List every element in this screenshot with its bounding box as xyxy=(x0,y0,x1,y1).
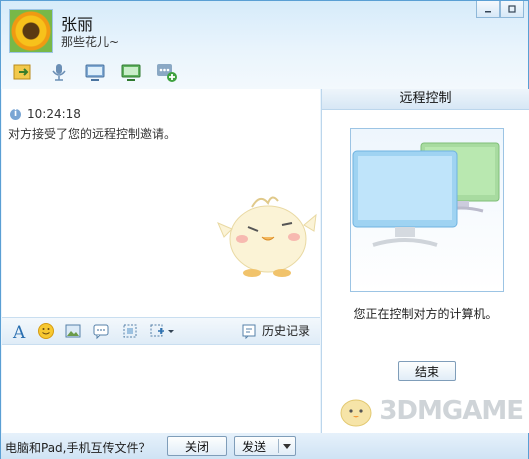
format-toolbar: A 历史记录 xyxy=(2,317,320,345)
avatar[interactable] xyxy=(9,9,53,53)
window-controls xyxy=(476,1,524,18)
font-button[interactable]: A xyxy=(8,321,30,341)
image-button[interactable] xyxy=(62,321,84,341)
history-button[interactable]: 历史记录 xyxy=(241,322,310,339)
image-icon xyxy=(65,324,81,338)
send-button[interactable]: 发送 xyxy=(234,436,296,456)
message-area[interactable]: i 10:24:18 对方接受了您的远程控制邀请。 xyxy=(2,89,320,317)
font-icon: A xyxy=(12,323,26,340)
contact-signature: 那些花儿~ xyxy=(61,35,120,49)
send-label: 发送 xyxy=(242,439,267,454)
message-input[interactable] xyxy=(2,345,320,433)
minimize-icon xyxy=(485,11,491,13)
maximize-icon xyxy=(508,5,516,13)
message-time: 10:24:18 xyxy=(27,107,81,121)
remote-panel-title: 远程控制 xyxy=(322,89,529,110)
system-message: 对方接受了您的远程控制邀请。 xyxy=(8,127,177,141)
close-button[interactable]: 关闭 xyxy=(167,436,227,456)
app-add-icon xyxy=(157,64,177,82)
watermark: 3DMGAME xyxy=(337,393,524,429)
video-icon xyxy=(85,64,105,81)
history-label: 历史记录 xyxy=(261,324,310,338)
bottom-bar: 电脑和Pad,手机互传文件？ 关闭 发送 xyxy=(1,433,528,459)
smiley-icon xyxy=(38,323,54,339)
chat-header: 张丽 那些花儿~ xyxy=(1,1,528,89)
app-add-button[interactable] xyxy=(155,61,179,83)
watermark-chick-icon xyxy=(340,399,372,427)
mascot-chick-icon xyxy=(217,196,317,277)
history-icon xyxy=(242,324,256,339)
message-time-row: i 10:24:18 xyxy=(10,107,81,121)
info-icon: i xyxy=(10,108,21,120)
contact-name: 张丽 xyxy=(61,15,94,34)
chevron-down-icon[interactable] xyxy=(282,443,292,451)
remote-desktop-button[interactable] xyxy=(119,61,143,83)
minimize-button[interactable] xyxy=(476,1,500,18)
remote-desktop-icon xyxy=(121,64,141,81)
chat-bubble-icon xyxy=(93,324,109,340)
watermark-text: 3DMGAME xyxy=(379,396,524,426)
toolbar xyxy=(11,61,179,83)
remote-control-panel: 远程控制 您正在控制对方的计算机。 结束 3DMGAME xyxy=(321,89,529,433)
microphone-icon xyxy=(52,64,66,81)
bubble-button[interactable] xyxy=(90,321,112,341)
file-transfer-icon xyxy=(13,64,31,80)
svg-text:A: A xyxy=(12,323,26,340)
remote-status-text: 您正在控制对方的计算机。 xyxy=(353,307,498,321)
file-transfer-tip-link[interactable]: 电脑和Pad,手机互传文件？ xyxy=(5,439,150,456)
end-button[interactable]: 结束 xyxy=(398,361,456,381)
send-divider xyxy=(278,439,279,453)
remote-monitors-illustration-icon xyxy=(350,128,504,292)
emoji-button[interactable] xyxy=(35,321,57,341)
screenshot-icon xyxy=(123,324,137,338)
video-button[interactable] xyxy=(83,61,107,83)
file-transfer-button[interactable] xyxy=(11,61,35,83)
more-tools-button[interactable] xyxy=(148,321,176,341)
voice-button[interactable] xyxy=(47,61,71,83)
chat-window: 张丽 那些花儿~ i 10:24:18 对方接受了您的远程控制邀请。 A 历史记… xyxy=(0,0,529,459)
more-tools-icon xyxy=(150,324,174,337)
screenshot-button[interactable] xyxy=(119,321,141,341)
maximize-button[interactable] xyxy=(500,1,524,18)
